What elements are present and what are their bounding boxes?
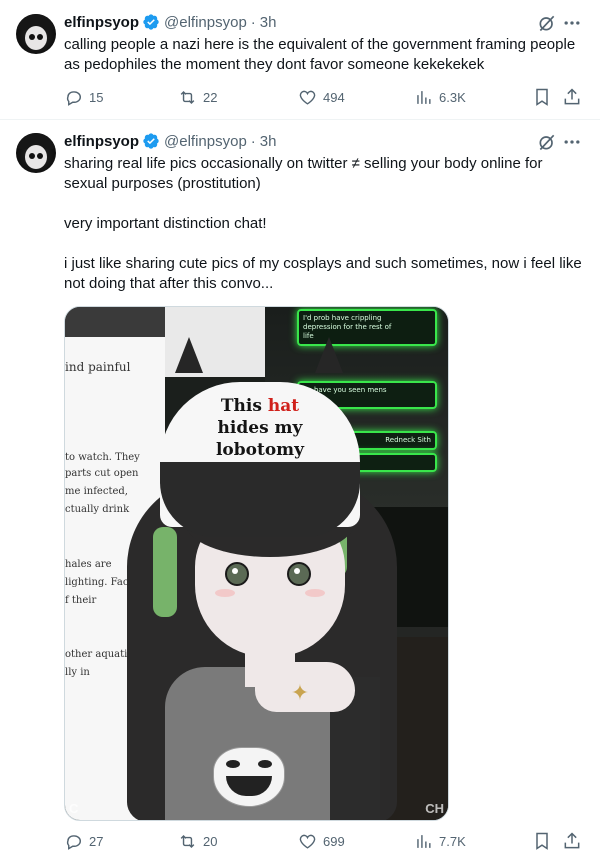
timestamp[interactable]: 3h [260,133,277,150]
like-icon [299,834,316,849]
hat-text: This [220,396,262,416]
image-doc-text: parts cut open [65,468,139,479]
views-button[interactable]: 7.7K [414,831,466,851]
tweet[interactable]: elfinpsyop @elfinpsyop · 3h sharing real… [0,120,600,863]
repost-count: 22 [203,89,218,105]
image-doc-text: ind painful [65,360,131,374]
reply-count: 27 [89,833,104,849]
image-doc-text: other aquatic [65,649,133,660]
repost-icon [180,834,195,848]
image-corner-text: CH [425,801,444,816]
repost-button[interactable]: 20 [178,831,217,851]
hat-text: hat [267,396,300,416]
avatar[interactable] [16,14,56,54]
repost-count: 20 [203,833,218,849]
views-count: 7.7K [439,833,466,849]
handle[interactable]: @elfinpsyop [164,14,247,31]
repost-button[interactable]: 22 [178,87,217,107]
action-bar: 27 20 699 7.7K [64,831,584,851]
image-doc-text: lly in [65,667,90,678]
like-count: 699 [323,833,345,849]
like-button[interactable]: 699 [298,831,345,851]
action-bar: 15 22 494 6.3K [64,87,584,107]
bookmark-icon[interactable] [532,831,552,851]
tweet-paragraph: calling people a nazi here is the equiva… [64,36,576,73]
verified-badge-icon [143,133,159,149]
reply-icon [66,90,81,106]
tweet-text: calling people a nazi here is the equiva… [64,35,584,75]
verified-badge-icon [143,14,159,30]
tweet-paragraph: very important distinction chat! [64,215,267,232]
reply-button[interactable]: 15 [64,87,103,107]
tweet-image[interactable]: ind painful to watch. They parts cut ope… [64,306,449,821]
tweet[interactable]: elfinpsyop @elfinpsyop · 3h calling peop… [0,0,600,120]
character-eye [225,562,249,586]
more-icon[interactable] [562,132,582,152]
tattoo-icon: ✦ [290,680,310,705]
separator: · [250,13,256,31]
bookmark-icon[interactable] [532,87,552,107]
avatar[interactable] [16,133,56,173]
reply-count: 15 [89,89,104,105]
tweet-paragraph: i just like sharing cute pics of my cosp… [64,255,582,292]
handle[interactable]: @elfinpsyop [164,133,247,150]
image-doc-text: hales are [65,559,112,570]
grok-icon[interactable] [537,132,557,152]
views-count: 6.3K [439,89,466,105]
display-name[interactable]: elfinpsyop [64,14,139,31]
separator: · [250,132,256,150]
image-doc-text: me infected, [65,486,128,497]
like-count: 494 [323,89,345,105]
tweet-paragraph: sharing real life pics occasionally on t… [64,155,543,192]
views-icon [417,834,431,848]
hat-text: hides my [217,418,303,438]
reply-button[interactable]: 27 [64,831,103,851]
repost-icon [180,90,195,104]
ear-icon [315,337,343,373]
character-eye [287,562,311,586]
trollface-icon [213,747,285,807]
like-button[interactable]: 494 [298,87,345,107]
share-icon[interactable] [562,831,582,851]
grok-icon[interactable] [537,13,557,33]
display-name[interactable]: elfinpsyop [64,133,139,150]
reply-icon [66,834,81,850]
tweet-text: sharing real life pics occasionally on t… [64,154,584,294]
views-button[interactable]: 6.3K [414,87,466,107]
hat-brim [160,482,360,537]
image-doc-text: to watch. They [65,452,140,463]
views-icon [417,90,431,104]
share-icon[interactable] [562,87,582,107]
image-doc-text: f their [65,595,97,606]
like-icon [299,90,316,105]
hat-text: lobotomy [215,440,305,460]
image-doc-text: ctually drink [65,504,130,515]
image-corner-text: C [69,801,79,816]
ear-icon [175,337,203,373]
timestamp[interactable]: 3h [260,14,277,31]
more-icon[interactable] [562,13,582,33]
